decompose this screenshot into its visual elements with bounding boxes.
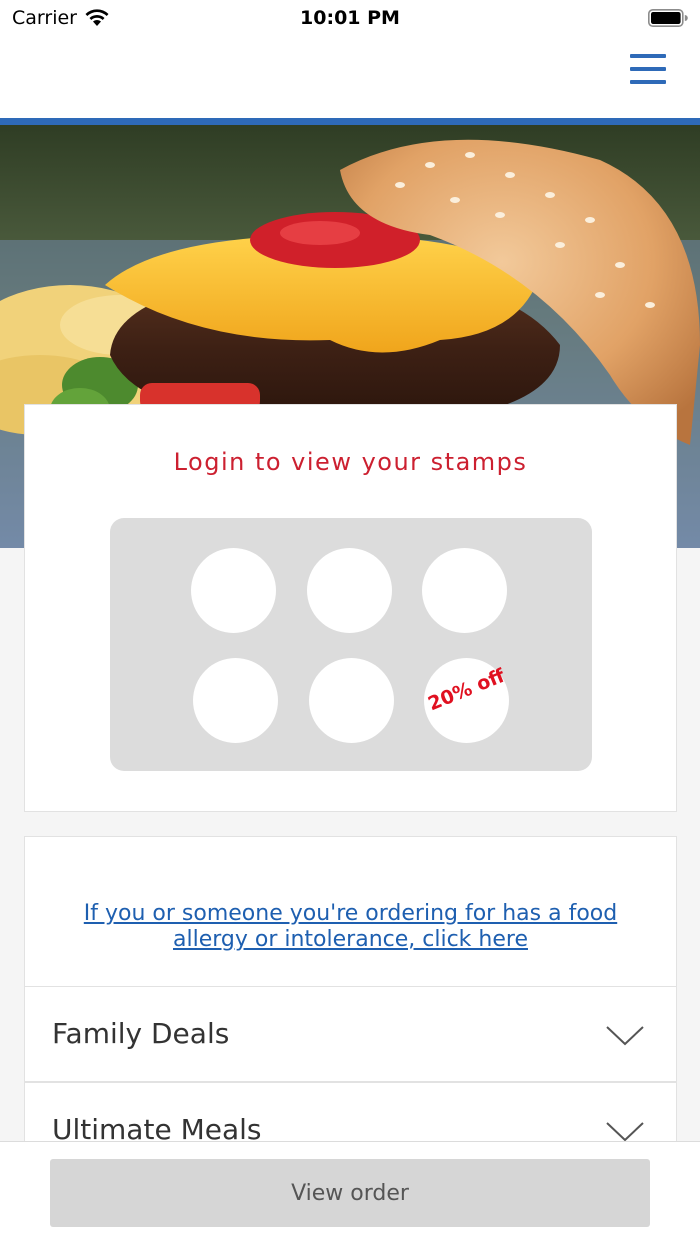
bottom-bar: View order	[0, 1141, 700, 1244]
header-divider	[0, 118, 700, 125]
view-order-button[interactable]: View order	[50, 1159, 650, 1227]
status-bar: Carrier 10:01 PM	[0, 0, 700, 40]
allergy-info-card: If you or someone you're ordering for ha…	[24, 836, 677, 987]
allergy-info-link[interactable]: If you or someone you're ordering for ha…	[55, 901, 646, 953]
navigation-bar	[0, 40, 700, 118]
stamp-card: Login to view your stamps 20% off	[24, 404, 677, 812]
hamburger-menu-icon[interactable]	[630, 54, 666, 88]
clock: 10:01 PM	[300, 7, 400, 29]
chevron-down-icon	[606, 1026, 644, 1046]
reward-stamp: 20% off	[424, 658, 509, 743]
chevron-down-icon	[606, 1122, 644, 1142]
stamp-slot	[422, 548, 507, 633]
stamp-login-prompt[interactable]: Login to view your stamps	[25, 448, 676, 476]
stamp-slot	[191, 548, 276, 633]
reward-label: 20% off	[425, 664, 508, 716]
category-label: Family Deals	[52, 1017, 230, 1050]
stamp-slot	[193, 658, 278, 743]
stamp-slot	[307, 548, 392, 633]
battery-icon	[648, 9, 688, 27]
stamp-slot	[309, 658, 394, 743]
category-row-family-deals[interactable]: Family Deals	[24, 986, 677, 1082]
stamp-board: 20% off	[110, 518, 592, 771]
